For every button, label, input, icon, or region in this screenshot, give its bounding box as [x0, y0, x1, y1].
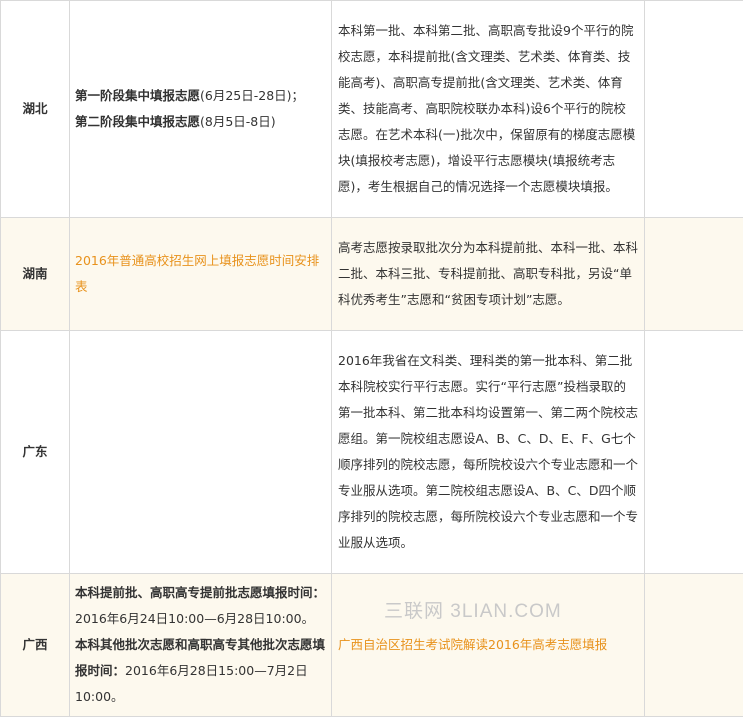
time-cell: 2016年普通高校招生网上填报志愿时间安排表 — [70, 218, 332, 331]
empty-cell — [645, 574, 743, 717]
time-cell — [70, 331, 332, 574]
early-batch-dates: 2016年6月24日10:00—6月28日10:00。 — [75, 611, 314, 626]
time-cell: 第一阶段集中填报志愿(6月25日-28日)； 第二阶段集中填报志愿(8月5日-8… — [70, 1, 332, 218]
time-cell: 本科提前批、高职高专提前批志愿填报时间： 2016年6月24日10:00—6月28… — [70, 574, 332, 717]
empty-cell — [645, 218, 743, 331]
table-row-hubei: 湖北 第一阶段集中填报志愿(6月25日-28日)； 第二阶段集中填报志愿(8月5… — [1, 1, 743, 218]
empty-cell — [645, 1, 743, 218]
admission-table: 湖北 第一阶段集中填报志愿(6月25日-28日)； 第二阶段集中填报志愿(8月5… — [0, 0, 743, 717]
time-phase-1-label: 第一阶段集中填报志愿 — [75, 88, 200, 103]
empty-cell — [645, 331, 743, 574]
province-cell: 广东 — [1, 331, 70, 574]
description-cell: 本科第一批、本科第二批、高职高专批设9个平行的院校志愿，本科提前批(含文理类、艺… — [332, 1, 645, 218]
description-cell: 2016年我省在文科类、理科类的第一批本科、第二批本科院校实行平行志愿。实行“平… — [332, 331, 645, 574]
interpretation-link[interactable]: 广西自治区招生考试院解读2016年高考志愿填报 — [338, 637, 607, 652]
province-cell: 湖北 — [1, 1, 70, 218]
watermark: 三联网 3LIAN.COM — [384, 596, 562, 623]
table-row-hunan: 湖南 2016年普通高校招生网上填报志愿时间安排表 高考志愿按录取批次分为本科提… — [1, 218, 743, 331]
table-row-guangxi: 广西 本科提前批、高职高专提前批志愿填报时间： 2016年6月24日10:00—6… — [1, 574, 743, 717]
schedule-link[interactable]: 2016年普通高校招生网上填报志愿时间安排表 — [75, 253, 319, 294]
table-row-guangdong: 广东 2016年我省在文科类、理科类的第一批本科、第二批本科院校实行平行志愿。实… — [1, 331, 743, 574]
time-phase-2-dates: (8月5日-8日) — [200, 114, 276, 129]
description-cell: 高考志愿按录取批次分为本科提前批、本科一批、本科二批、本科三批、专科提前批、高职… — [332, 218, 645, 331]
province-cell: 湖南 — [1, 218, 70, 331]
province-cell: 广西 — [1, 574, 70, 717]
time-phase-2-label: 第二阶段集中填报志愿 — [75, 114, 200, 129]
time-phase-1-dates: (6月25日-28日)； — [200, 88, 304, 103]
description-cell: 广西自治区招生考试院解读2016年高考志愿填报 — [332, 574, 645, 717]
early-batch-label: 本科提前批、高职高专提前批志愿填报时间： — [75, 585, 325, 600]
